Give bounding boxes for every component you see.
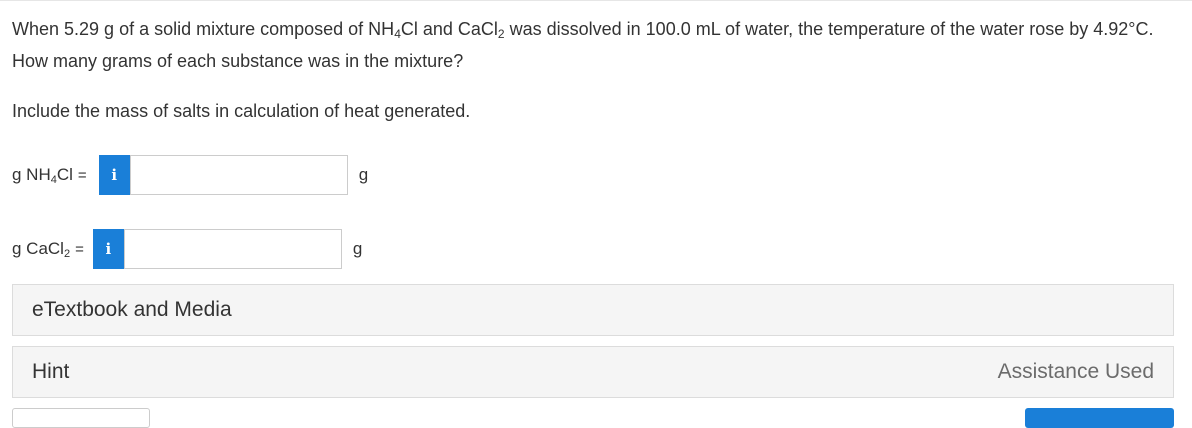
answer-label: g NH4Cl =	[12, 164, 87, 186]
unit-label: g	[358, 165, 369, 184]
answer-row-cacl2: g CaCl2 = i g	[12, 229, 362, 269]
cacl2-mass-input[interactable]	[123, 229, 342, 269]
assistance-used-label: Assistance Used	[997, 360, 1154, 383]
etextbook-media-title: eTextbook and Media	[32, 298, 232, 321]
instruction-note: Include the mass of salts in calculation…	[12, 101, 471, 121]
answer-row-nh4cl: g NH4Cl = i g	[12, 155, 368, 195]
nh4cl-mass-input[interactable]	[129, 155, 348, 195]
info-icon[interactable]: i	[98, 155, 130, 195]
info-icon[interactable]: i	[92, 229, 124, 269]
answer-label: g CaCl2 =	[12, 238, 84, 260]
top-divider	[0, 0, 1192, 1]
hint-title: Hint	[32, 360, 70, 383]
secondary-button[interactable]	[12, 408, 150, 428]
etextbook-media-panel[interactable]: eTextbook and Media	[12, 284, 1174, 336]
unit-label: g	[352, 239, 363, 258]
hint-panel[interactable]: Hint Assistance Used	[12, 346, 1174, 398]
question-text: When 5.29 g of a solid mixture composed …	[12, 19, 1154, 71]
primary-button[interactable]	[1025, 408, 1174, 428]
